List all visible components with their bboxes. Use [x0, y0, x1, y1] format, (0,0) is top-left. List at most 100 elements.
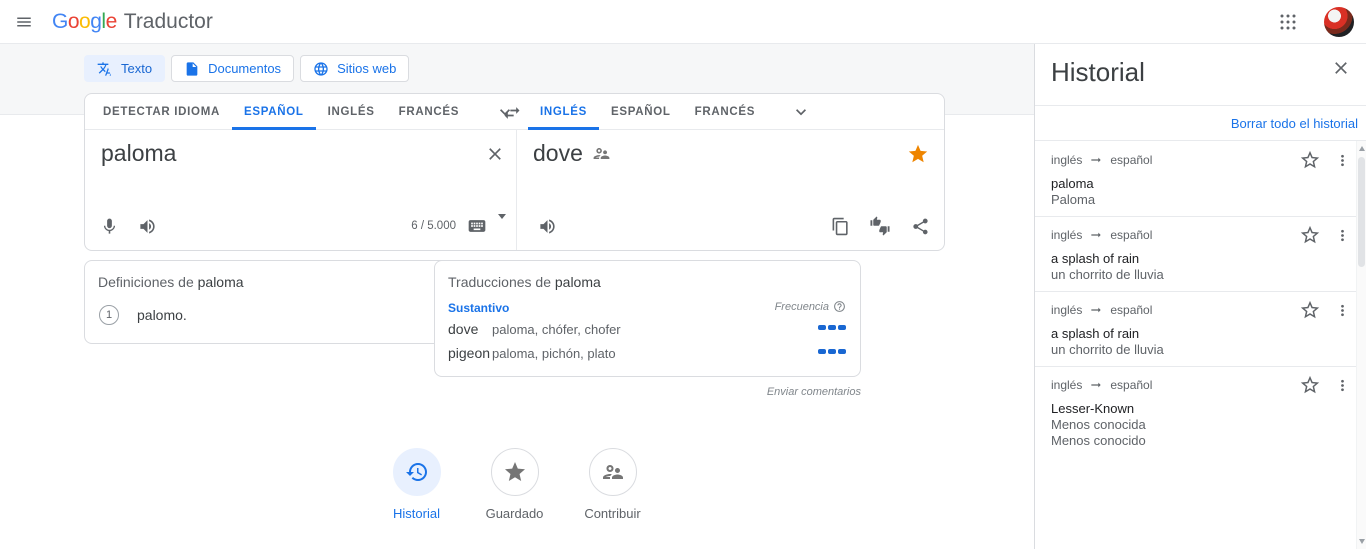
nav-item-history[interactable]: Historial — [382, 448, 452, 521]
nav-item-saved[interactable]: Guardado — [480, 448, 550, 521]
source-tools — [97, 214, 159, 238]
target-tab-english[interactable]: INGLÉS — [528, 94, 599, 130]
translation-term: dove — [448, 321, 479, 337]
document-icon — [186, 61, 198, 76]
reverse-translations: paloma, chófer, chofer — [492, 322, 621, 337]
translation-term: pigeon — [448, 345, 491, 361]
star-outline-icon — [1300, 225, 1320, 244]
chevron-down-icon — [796, 109, 807, 116]
history-item-menu-button[interactable] — [1330, 148, 1354, 172]
history-icon — [405, 463, 427, 481]
swap-languages-icon — [504, 107, 520, 119]
share-translation-button[interactable] — [908, 214, 932, 238]
more-target-languages-button[interactable] — [785, 94, 817, 130]
source-tab-detect-language[interactable]: DETECTAR IDIOMA — [91, 94, 232, 130]
target-language-tabs: INGLÉS ESPAÑOL FRANCÉS — [528, 94, 817, 130]
close-icon — [489, 148, 501, 160]
copy-icon — [832, 217, 848, 235]
history-item[interactable]: inglés español Lesser-Known Menos conoci… — [1035, 367, 1356, 448]
rate-translation-icon — [870, 216, 890, 236]
star-outline-icon — [1300, 375, 1320, 394]
history-item-menu-button[interactable] — [1330, 373, 1354, 397]
history-target-text: Paloma — [1051, 192, 1096, 207]
contribute-circle — [588, 448, 637, 496]
source-tab-english[interactable]: INGLÉS — [316, 94, 387, 130]
history-item-menu-button[interactable] — [1330, 223, 1354, 247]
source-tab-spanish[interactable]: ESPAÑOL — [232, 94, 316, 130]
save-history-item-button[interactable] — [1298, 148, 1322, 172]
more-vert-icon — [1340, 229, 1344, 241]
history-scrollbar[interactable] — [1356, 141, 1366, 549]
source-language-tabs: DETECTAR IDIOMA ESPAÑOL INGLÉS FRANCÉS — [91, 94, 521, 130]
mode-button-text[interactable]: Texto — [84, 55, 166, 82]
google-apps-button[interactable] — [1270, 4, 1306, 40]
help-icon[interactable] — [833, 300, 846, 313]
language-tabs-row: DETECTAR IDIOMA ESPAÑOL INGLÉS FRANCÉS I… — [85, 94, 944, 130]
scrollbar-down-arrow[interactable] — [1359, 539, 1365, 544]
google-logo-text: Google — [52, 9, 117, 33]
speak-target-button[interactable] — [535, 214, 559, 238]
nav-label: Historial — [393, 506, 440, 521]
history-item[interactable]: inglés español a splash of rain un chorr… — [1035, 217, 1356, 292]
save-history-item-button[interactable] — [1298, 298, 1322, 322]
rate-translation-button[interactable] — [868, 214, 892, 238]
history-target-text: Menos conocida — [1051, 417, 1146, 432]
target-tab-french[interactable]: FRANCÉS — [683, 94, 768, 130]
clear-source-button[interactable] — [482, 141, 508, 167]
translations-card: Traducciones de paloma Sustantivo Frecue… — [434, 260, 861, 377]
listen-source-mic-button[interactable] — [97, 214, 121, 238]
history-source-text: paloma — [1051, 176, 1094, 191]
history-item[interactable]: inglés español a splash of rain un chorr… — [1035, 292, 1356, 367]
target-text: dove — [533, 140, 583, 166]
source-text-input[interactable]: paloma — [101, 140, 176, 167]
avatar[interactable] — [1324, 6, 1354, 37]
target-tab-spanish[interactable]: ESPAÑOL — [599, 94, 683, 130]
history-clear-row: Borrar todo el historial — [1035, 106, 1366, 141]
keyboard-button[interactable] — [465, 214, 489, 238]
save-history-item-button[interactable] — [1298, 223, 1322, 247]
history-circle — [392, 448, 441, 496]
google-translate-logo[interactable]: Google Traductor — [52, 10, 213, 34]
reverse-translations: paloma, pichón, plato — [492, 346, 616, 361]
source-pane: paloma 6 / 5.000 — [85, 130, 516, 250]
mode-button-documents[interactable]: Documentos — [171, 55, 295, 82]
copy-translation-button[interactable] — [828, 214, 852, 238]
history-panel-header: Historial — [1035, 44, 1366, 106]
speaker-icon — [139, 219, 155, 233]
translation-row-pigeon[interactable]: pigeon paloma, pichón, plato — [435, 343, 860, 365]
source-tab-french[interactable]: FRANCÉS — [387, 94, 472, 130]
clear-all-history-button[interactable]: Borrar todo el historial — [1231, 116, 1358, 131]
main-menu-button[interactable] — [4, 2, 44, 42]
topbar-right — [1270, 4, 1366, 40]
star-outline-icon — [1300, 150, 1320, 169]
scrollbar-thumb[interactable] — [1358, 157, 1365, 267]
star-outline-icon — [1300, 300, 1320, 319]
definition-number: 1 — [99, 305, 119, 325]
nav-item-contribute[interactable]: Contribuir — [578, 448, 648, 521]
save-translation-star-button[interactable] — [905, 141, 931, 167]
save-history-item-button[interactable] — [1298, 373, 1322, 397]
close-history-panel-button[interactable] — [1328, 55, 1354, 81]
history-source-text: Lesser-Known — [1051, 401, 1135, 416]
send-feedback-link[interactable]: Enviar comentarios — [434, 386, 861, 398]
history-item-menu-button[interactable] — [1330, 298, 1354, 322]
arrow-right-icon — [1091, 232, 1102, 238]
more-vert-icon — [1340, 304, 1344, 316]
history-target-text: un chorrito de lluvia — [1051, 267, 1164, 282]
target-tools-left — [535, 214, 559, 238]
history-item[interactable]: inglés español paloma Paloma — [1035, 142, 1356, 217]
speaker-icon — [539, 219, 555, 233]
history-target-text: un chorrito de lluvia — [1051, 342, 1164, 357]
scrollbar-up-arrow[interactable] — [1359, 146, 1365, 151]
input-method-dropdown-button[interactable] — [498, 213, 506, 234]
mode-button-websites[interactable]: Sitios web — [300, 55, 410, 82]
translation-row-dove[interactable]: dove paloma, chófer, chofer — [435, 319, 860, 341]
mic-icon — [103, 218, 115, 234]
swap-languages-button[interactable] — [499, 100, 525, 126]
main-content: Texto Documentos Sitios web DETECTAR IDI… — [0, 44, 1034, 549]
speak-source-button[interactable] — [135, 214, 159, 238]
arrow-right-icon — [1091, 157, 1102, 163]
history-panel: Historial Borrar todo el historial inglé… — [1034, 44, 1366, 549]
definitions-word: paloma — [197, 274, 244, 290]
mode-button-label: Documentos — [208, 61, 282, 76]
